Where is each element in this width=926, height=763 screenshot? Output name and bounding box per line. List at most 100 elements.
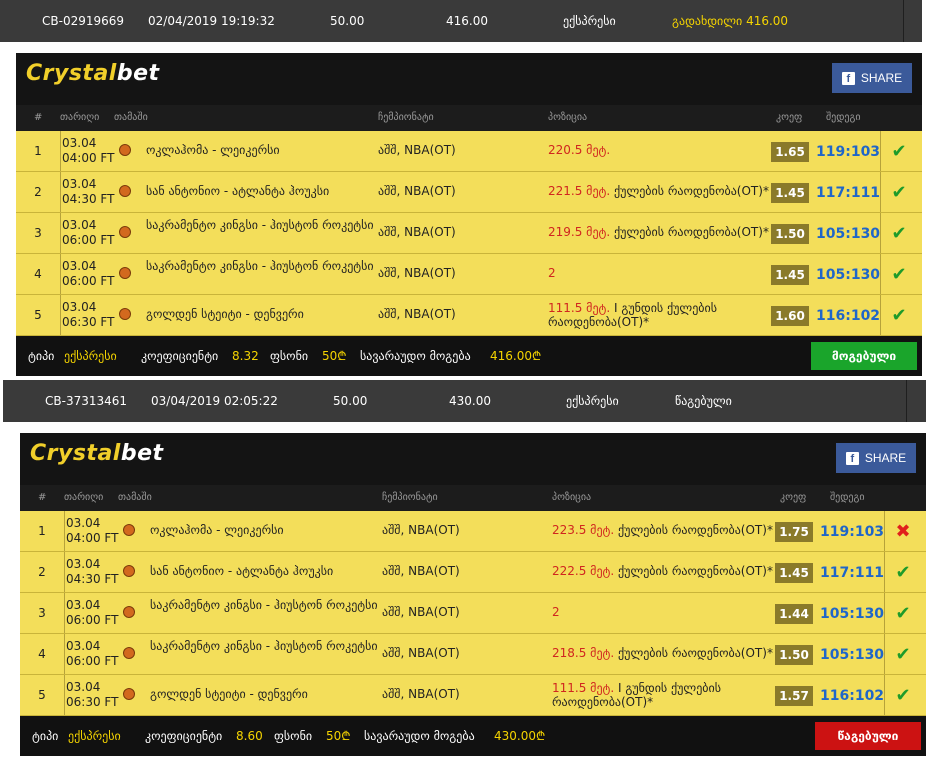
footer-type-label: ტიპი bbox=[32, 729, 59, 743]
share-button[interactable]: f SHARE bbox=[836, 443, 916, 473]
footer-coef-value: 8.60 bbox=[236, 729, 263, 743]
footer-stake-value: 50₾ bbox=[326, 729, 351, 743]
row-date: 03.04 06:00 FT bbox=[66, 598, 119, 627]
row-odd: 1.65 bbox=[771, 142, 809, 162]
row-position: 111.5 მეტ. I გუნდის ქულების რაოდენობა(OT… bbox=[548, 301, 717, 329]
col-date: თარიღი bbox=[64, 492, 104, 503]
check-icon: ✔ bbox=[895, 603, 911, 624]
row-date: 03.04 06:30 FT bbox=[62, 300, 115, 329]
row-odd: 1.45 bbox=[771, 183, 809, 203]
ticket-type: ექსპრესი bbox=[563, 14, 616, 28]
row-divider bbox=[884, 511, 885, 551]
check-icon: ✔ bbox=[891, 141, 907, 162]
row-date: 03.04 06:00 FT bbox=[62, 259, 115, 288]
row-game: ოკლაჰომა - ლეიკერსი bbox=[146, 143, 280, 157]
row-game: საკრამენტო კინგსი - ჰიუსტონ როკეტსი bbox=[146, 218, 374, 232]
row-odd: 1.50 bbox=[771, 224, 809, 244]
status-button[interactable]: მოგებული bbox=[811, 342, 917, 370]
row-odd: 1.75 bbox=[775, 522, 813, 542]
row-divider bbox=[60, 295, 61, 335]
ticket-header[interactable]: CB-37313461 03/04/2019 02:05:22 50.00 43… bbox=[3, 380, 926, 422]
check-icon: ✔ bbox=[891, 305, 907, 326]
table-row[interactable]: 3 03.04 06:00 FT საკრამენტო კინგსი - ჰიუს… bbox=[16, 213, 922, 254]
header-divider bbox=[906, 380, 907, 422]
ticket-id: CB-02919669 bbox=[42, 14, 125, 28]
row-score: 119:103 bbox=[816, 144, 881, 160]
row-game: სან ანტონიო - ატლანტა ჰოუკსი bbox=[146, 184, 330, 198]
row-league: აშშ, NBA(OT) bbox=[378, 143, 456, 157]
footer-payout-value: 430.00₾ bbox=[494, 729, 546, 743]
ticket-header[interactable]: CB-02919669 02/04/2019 19:19:32 50.00 41… bbox=[0, 0, 922, 42]
col-position: პოზიცია bbox=[548, 112, 588, 123]
row-game: გოლდენ სტეიტი - დენვერი bbox=[150, 687, 308, 701]
row-position: 222.5 მეტ. ქულების რაოდენობა(OT)* bbox=[552, 564, 773, 578]
col-game: თამაში bbox=[114, 112, 148, 123]
row-number: 1 bbox=[38, 524, 46, 538]
row-game: ოკლაჰომა - ლეიკერსი bbox=[150, 523, 284, 537]
col-odds: კოეფ bbox=[776, 112, 803, 123]
col-result: შედეგი bbox=[830, 492, 865, 503]
row-divider bbox=[880, 131, 881, 171]
row-divider bbox=[880, 254, 881, 294]
footer-type-label: ტიპი bbox=[28, 349, 55, 363]
footer-type-value: ექსპრესი bbox=[68, 729, 121, 743]
check-icon: ✔ bbox=[891, 182, 907, 203]
row-position: 223.5 მეტ. ქულების რაოდენობა(OT)* bbox=[552, 523, 773, 537]
col-odds: კოეფ bbox=[780, 492, 807, 503]
check-icon: ✔ bbox=[895, 562, 911, 583]
table-row[interactable]: 4 03.04 06:00 FT საკრამენტო კინგსი - ჰიუს… bbox=[20, 634, 926, 675]
ticket-datetime: 03/04/2019 02:05:22 bbox=[151, 394, 278, 408]
row-score: 105:130 bbox=[820, 606, 885, 622]
row-score: 105:130 bbox=[816, 267, 881, 283]
table-row[interactable]: 5 03.04 06:30 FT გოლდენ სტეიტი - დენვერი … bbox=[16, 295, 922, 336]
table-row[interactable]: 1 03.04 04:00 FT ოკლაჰომა - ლეიკერსი აშშ,… bbox=[16, 131, 922, 172]
row-position: 219.5 მეტ. ქულების რაოდენობა(OT)* bbox=[548, 225, 769, 239]
row-score: 116:102 bbox=[816, 308, 881, 324]
row-date: 03.04 04:30 FT bbox=[66, 557, 119, 586]
row-number: 5 bbox=[38, 688, 46, 702]
col-result: შედეგი bbox=[826, 112, 861, 123]
table-row[interactable]: 1 03.04 04:00 FT ოკლაჰომა - ლეიკერსი აშშ,… bbox=[20, 511, 926, 552]
table-row[interactable]: 2 03.04 04:30 FT სან ანტონიო - ატლანტა ჰო… bbox=[20, 552, 926, 593]
brand-row: Crystalbet f SHARE bbox=[20, 433, 926, 485]
ticket-stake: 50.00 bbox=[330, 14, 365, 28]
table-row[interactable]: 2 03.04 04:30 FT სან ანტონიო - ატლანტა ჰო… bbox=[16, 172, 922, 213]
footer-type-value: ექსპრესი bbox=[64, 349, 117, 363]
ticket-payout: 430.00 bbox=[449, 394, 491, 408]
col-num: # bbox=[38, 492, 47, 503]
ticket-type: ექსპრესი bbox=[566, 394, 619, 408]
row-date: 03.04 04:30 FT bbox=[62, 177, 115, 206]
share-label: SHARE bbox=[864, 451, 907, 465]
row-league: აშშ, NBA(OT) bbox=[378, 184, 456, 198]
row-league: აშშ, NBA(OT) bbox=[378, 307, 456, 321]
basketball-icon bbox=[119, 226, 131, 238]
status-button[interactable]: წაგებული bbox=[815, 722, 921, 750]
share-button[interactable]: f SHARE bbox=[832, 63, 912, 93]
row-game: გოლდენ სტეიტი - დენვერი bbox=[146, 307, 304, 321]
row-divider bbox=[64, 675, 65, 715]
basketball-icon bbox=[123, 524, 135, 536]
table-row[interactable]: 5 03.04 06:30 FT გოლდენ სტეიტი - დენვერი … bbox=[20, 675, 926, 716]
basketball-icon bbox=[119, 308, 131, 320]
column-header: # თარიღი თამაში ჩემპიონატი პოზიცია კოეფ … bbox=[20, 485, 926, 511]
row-odd: 1.50 bbox=[775, 645, 813, 665]
row-score: 105:130 bbox=[820, 647, 885, 663]
row-position: 220.5 მეტ. bbox=[548, 143, 611, 157]
row-divider bbox=[64, 593, 65, 633]
table-row[interactable]: 4 03.04 06:00 FT საკრამენტო კინგსი - ჰიუს… bbox=[16, 254, 922, 295]
header-divider bbox=[903, 0, 904, 42]
row-position: 2 bbox=[552, 605, 560, 619]
row-league: აშშ, NBA(OT) bbox=[382, 687, 460, 701]
table-row[interactable]: 3 03.04 06:00 FT საკრამენტო კინგსი - ჰიუს… bbox=[20, 593, 926, 634]
row-divider bbox=[60, 172, 61, 212]
row-number: 1 bbox=[34, 144, 42, 158]
row-divider bbox=[60, 254, 61, 294]
ticket-status: გადახდილი 416.00 bbox=[672, 14, 789, 28]
row-league: აშშ, NBA(OT) bbox=[382, 564, 460, 578]
row-odd: 1.45 bbox=[775, 563, 813, 583]
row-divider bbox=[64, 511, 65, 551]
ticket-datetime: 02/04/2019 19:19:32 bbox=[148, 14, 275, 28]
row-position: 218.5 მეტ. ქულების რაოდენობა(OT)* bbox=[552, 646, 773, 660]
row-divider bbox=[880, 213, 881, 253]
basketball-icon bbox=[123, 565, 135, 577]
